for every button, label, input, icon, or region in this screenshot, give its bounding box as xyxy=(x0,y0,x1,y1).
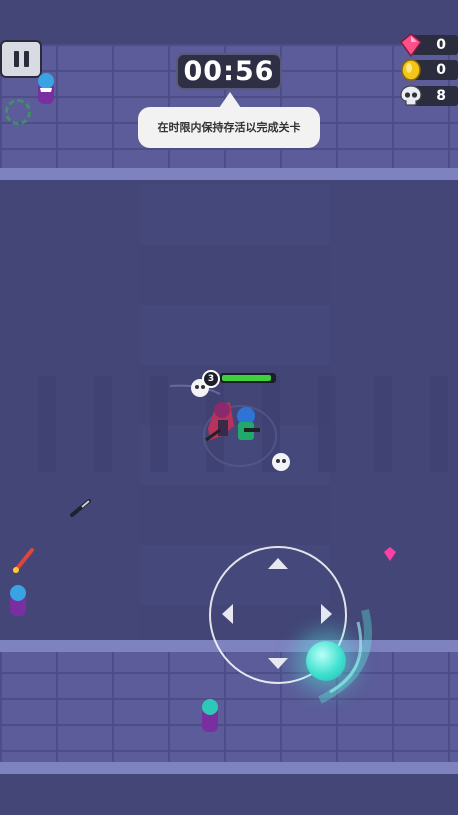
dagger-projectile-icon xyxy=(70,499,91,517)
arrow-up-icon xyxy=(268,558,288,569)
skull-icon xyxy=(400,85,422,106)
objective-text: 在时限内保持存活以完成关卡 xyxy=(138,107,320,148)
arrow-left-icon xyxy=(222,604,233,624)
coin-icon xyxy=(401,59,421,81)
countdown-timer: 00:56 xyxy=(176,53,282,90)
player-character xyxy=(169,379,290,471)
top-wall-edge xyxy=(0,168,458,180)
enemy-slime-left xyxy=(10,585,26,616)
player-health-fill xyxy=(222,375,272,381)
game-stage: 00:56 在时限内保持存活以完成关卡 0 0 8 3 xyxy=(0,0,458,815)
player-health-bar xyxy=(220,373,276,383)
fire-projectile-icon xyxy=(13,548,34,573)
joystick-knob[interactable] xyxy=(306,641,346,681)
objective-bubble-tip xyxy=(219,92,241,108)
pause-icon xyxy=(13,51,19,67)
gem-counter: 0 xyxy=(400,33,458,57)
player-level-badge: 3 xyxy=(202,370,220,388)
enemy-slime-bottom xyxy=(202,699,218,732)
enemy-slime-top xyxy=(38,73,54,104)
target-ring-icon xyxy=(5,99,31,125)
pause-icon-bar xyxy=(23,51,29,67)
bottom-wall-lower-edge xyxy=(0,762,458,774)
kill-counter: 8 xyxy=(400,85,458,106)
coin-counter: 0 xyxy=(400,59,458,81)
gem-icon xyxy=(400,33,422,57)
pink-gem-pickup-icon xyxy=(384,547,396,561)
